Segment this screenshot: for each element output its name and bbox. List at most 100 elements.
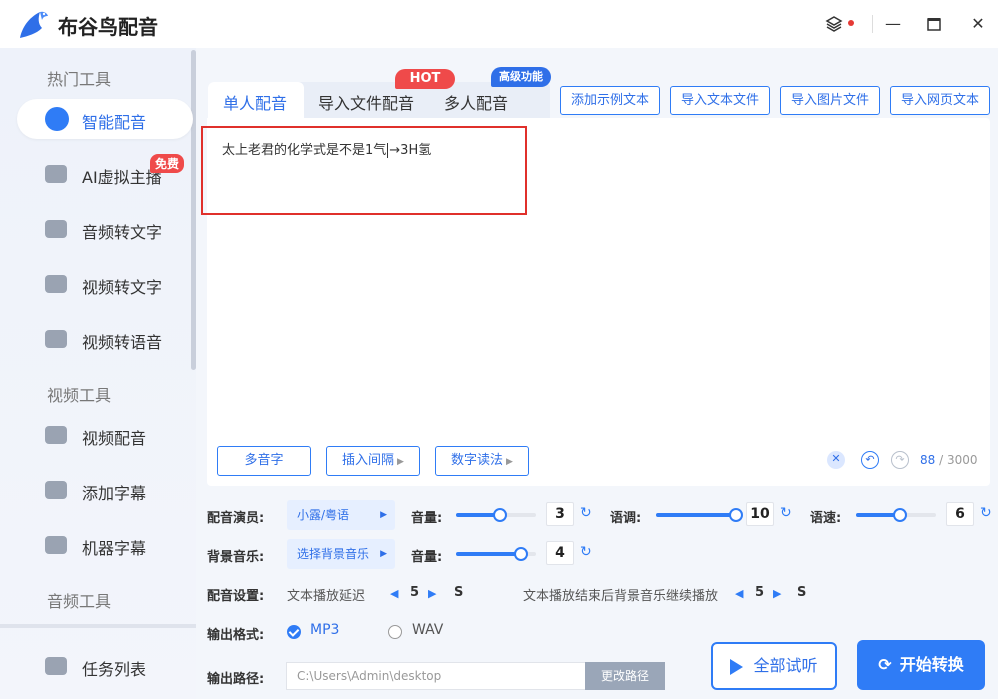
layers-icon[interactable] — [822, 12, 846, 36]
change-path-button[interactable]: 更改路径 — [585, 662, 665, 690]
play-icon — [730, 658, 744, 675]
insert-pause-button[interactable]: 插入间隔 ▶ — [326, 446, 420, 476]
delay-increase-icon[interactable]: ▶ — [428, 587, 436, 600]
tone-knob[interactable] — [729, 508, 743, 522]
bgm-continue-value[interactable]: 5 — [755, 585, 764, 600]
bgm-value: 选择背景音乐 — [297, 547, 370, 561]
voice-value: 小露/粤语 — [297, 508, 350, 522]
smart-dubbing-icon — [45, 107, 69, 131]
reset-tone-icon[interactable]: ↻ — [780, 505, 792, 521]
video-audio-icon — [45, 330, 67, 348]
start-convert-button[interactable]: ⟳ 开始转换 — [857, 640, 985, 690]
clear-icon[interactable]: ✕ — [827, 451, 845, 469]
sidebar-item-video-dubbing[interactable]: 视频配音 — [17, 415, 193, 455]
bgm-volume-value[interactable]: 4 — [546, 541, 574, 565]
volume-slider[interactable] — [456, 508, 536, 522]
tab-single-dubbing[interactable]: 单人配音 — [223, 90, 287, 114]
speed-value[interactable]: 6 — [946, 502, 974, 526]
bgm-continue-unit: S — [797, 585, 807, 600]
sidebar-item-video-to-text[interactable]: 视频转文字 — [17, 264, 193, 304]
bgm-continue-decrease-icon[interactable]: ◀ — [735, 587, 743, 600]
sidebar-item-add-subtitles[interactable]: 添加字幕 — [17, 470, 193, 510]
bgm-continue-increase-icon[interactable]: ▶ — [773, 587, 781, 600]
reset-speed-icon[interactable]: ↻ — [980, 505, 992, 521]
volume-knob[interactable] — [493, 508, 507, 522]
sidebar-item-video-to-audio[interactable]: 视频转语音 — [17, 319, 193, 359]
notification-dot — [848, 20, 854, 26]
voice-select[interactable]: 小露/粤语 ▶ — [287, 500, 395, 530]
title-bar: 布谷鸟配音 — ✕ — [0, 0, 998, 48]
preview-all-button[interactable]: 全部试听 — [711, 642, 837, 690]
sidebar-item-label: 机器字幕 — [82, 539, 147, 558]
char-counter: 88 / 3000 — [920, 453, 978, 467]
number-reading-button[interactable]: 数字读法 ▶ — [435, 446, 529, 476]
polyphone-button[interactable]: 多音字 — [217, 446, 311, 476]
speed-slider[interactable] — [856, 508, 936, 522]
audio-text-icon — [45, 220, 67, 238]
delay-decrease-icon[interactable]: ◀ — [390, 587, 398, 600]
tone-fill — [656, 513, 738, 517]
wav-radio[interactable] — [388, 625, 402, 639]
sidebar-divider — [0, 624, 196, 628]
tone-label: 语调: — [610, 511, 642, 526]
char-max: / 3000 — [939, 453, 978, 467]
output-path-field[interactable]: C:\Users\Admin\desktop — [286, 662, 586, 690]
sidebar-item-machine-subtitles[interactable]: 机器字幕 — [17, 525, 193, 565]
bird-logo-icon — [20, 11, 48, 38]
caret-right-icon: ▶ — [380, 510, 387, 520]
reset-bgm-volume-icon[interactable]: ↻ — [580, 544, 592, 560]
sidebar-item-label: 视频转语音 — [82, 333, 163, 352]
maximize-button[interactable] — [922, 12, 946, 36]
import-text-file-button[interactable]: 导入文本文件 — [670, 86, 770, 115]
reset-volume-icon[interactable]: ↻ — [580, 505, 592, 521]
mp3-radio[interactable] — [287, 625, 301, 639]
bgm-volume-knob[interactable] — [514, 547, 528, 561]
speed-knob[interactable] — [893, 508, 907, 522]
bgm-select[interactable]: 选择背景音乐 ▶ — [287, 539, 395, 569]
import-image-file-button[interactable]: 导入图片文件 — [780, 86, 880, 115]
sidebar-item-label: 添加字幕 — [82, 484, 147, 503]
bgm-volume-label: 音量: — [411, 550, 443, 565]
close-button[interactable]: ✕ — [966, 12, 990, 36]
tab-import-file-dubbing[interactable]: 导入文件配音 — [318, 90, 414, 114]
free-badge: 免费 — [150, 154, 185, 173]
sidebar-item-label: 任务列表 — [82, 660, 147, 679]
insert-pause-label: 插入间隔 — [342, 453, 395, 468]
highlight-box — [201, 126, 527, 215]
tone-slider[interactable] — [656, 508, 743, 522]
tab-multi-dubbing[interactable]: 多人配音 — [444, 90, 508, 114]
sidebar-item-audio-to-text[interactable]: 音频转文字 — [17, 209, 193, 249]
section-video-tools: 视频工具 — [47, 386, 112, 405]
polyphone-label: 多音字 — [244, 453, 284, 468]
video-dub-icon — [45, 426, 67, 444]
minimize-button[interactable]: — — [881, 12, 905, 36]
robot-icon — [45, 536, 67, 554]
mp3-label[interactable]: MP3 — [310, 622, 339, 638]
tone-value[interactable]: 10 — [746, 502, 774, 526]
sidebar-item-task-list[interactable]: 任务列表 — [17, 646, 193, 686]
sidebar-item-label: 音频转文字 — [82, 223, 163, 242]
volume-label: 音量: — [411, 511, 443, 526]
bgm-volume-fill — [456, 552, 520, 556]
import-web-text-button[interactable]: 导入网页文本 — [890, 86, 990, 115]
bgm-continue-label: 文本播放结束后背景音乐继续播放 — [523, 589, 719, 604]
avatar-icon — [45, 165, 67, 183]
caret-right-icon: ▶ — [380, 549, 387, 559]
sidebar-item-smart-dubbing[interactable]: 智能配音 — [17, 99, 193, 139]
volume-value[interactable]: 3 — [546, 502, 574, 526]
bgm-volume-slider[interactable] — [456, 547, 536, 561]
caret-right-icon: ▶ — [397, 457, 404, 467]
format-label: 输出格式: — [207, 628, 265, 643]
voice-label: 配音演员: — [207, 511, 265, 526]
section-audio-tools: 音频工具 — [47, 592, 112, 611]
divider — [872, 15, 873, 33]
list-icon — [45, 657, 67, 675]
add-sample-text-button[interactable]: 添加示例文本 — [560, 86, 660, 115]
app-title: 布谷鸟配音 — [58, 15, 158, 39]
wav-label[interactable]: WAV — [412, 622, 443, 638]
delay-value[interactable]: 5 — [410, 585, 419, 600]
sidebar-item-label: 视频转文字 — [82, 278, 163, 297]
redo-icon[interactable]: ↷ — [891, 451, 909, 469]
preview-all-label: 全部试听 — [753, 656, 818, 675]
undo-icon[interactable]: ↶ — [861, 451, 879, 469]
